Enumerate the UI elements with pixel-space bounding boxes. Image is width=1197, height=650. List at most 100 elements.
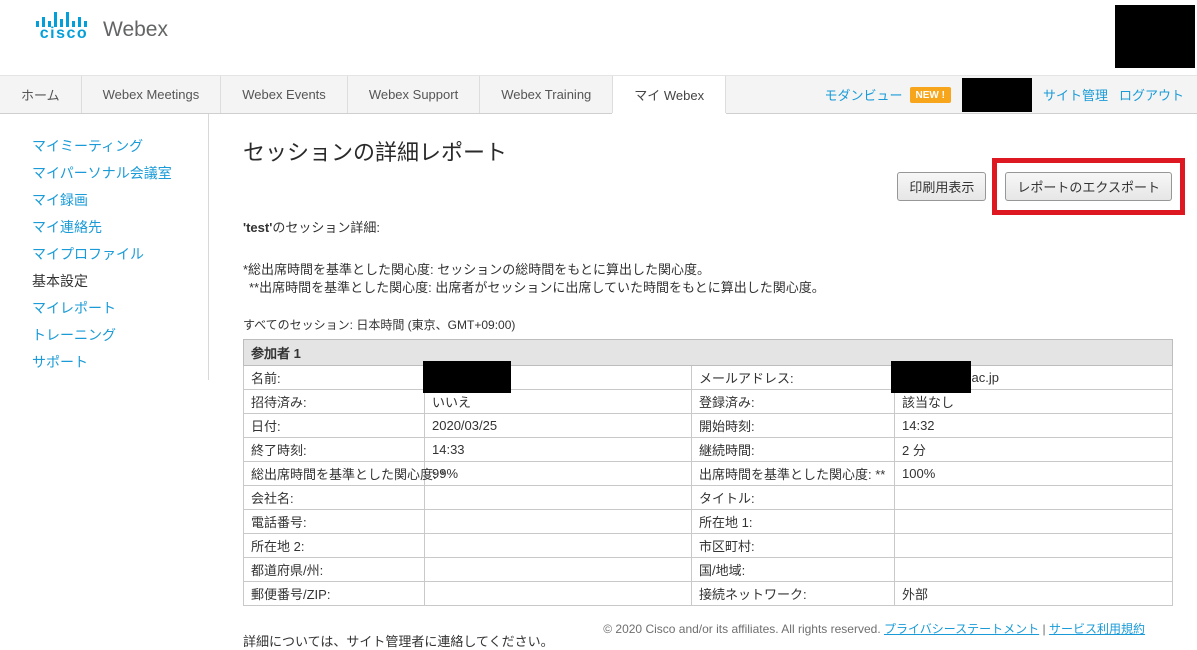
row-value — [425, 534, 692, 558]
row-value: 2 分 — [895, 438, 1173, 462]
row-label: 都道府県/州: — [244, 558, 425, 582]
row-value: 99% — [425, 462, 692, 486]
redacted-box — [962, 78, 1032, 112]
row-label: 招待済み: — [244, 390, 425, 414]
sidebar-item-5: 基本設定 — [32, 268, 208, 295]
site-admin-link[interactable]: サイト管理 — [1043, 85, 1108, 104]
cisco-logo: cisco — [36, 12, 92, 41]
sidebar-link[interactable]: マイパーソナル会議室 — [32, 165, 172, 181]
tab-home[interactable]: ホーム — [0, 76, 82, 113]
row-label: タイトル: — [692, 486, 895, 510]
sidebar-link[interactable]: 基本設定 — [32, 273, 88, 289]
participant-table: 参加者 1 名前:メールアドレス:@s.u-tokyo.ac.jp招待済み:いい… — [243, 339, 1173, 606]
note-line-2: **出席時間を基準とした関心度: 出席者がセッションに出席していた時間をもとに算… — [243, 279, 1173, 297]
row-label: 会社名: — [244, 486, 425, 510]
page-header: cisco Webex — [0, 0, 1197, 75]
webex-wordmark: Webex — [103, 19, 168, 41]
sidebar-item-6: マイレポート — [32, 295, 208, 322]
attention-notes: *総出席時間を基準とした関心度: セッションの総時間をもとに算出した関心度。 *… — [243, 261, 1173, 297]
table-row: 総出席時間を基準とした関心度: *99%出席時間を基準とした関心度: **100… — [244, 462, 1173, 486]
row-value: @s.u-tokyo.ac.jp — [895, 366, 1173, 390]
row-value — [895, 510, 1173, 534]
cisco-wordmark: cisco — [40, 27, 88, 41]
sidebar-item-1: マイパーソナル会議室 — [32, 160, 208, 187]
sidebar-item-8: サポート — [32, 349, 208, 376]
logout-link[interactable]: ログアウト — [1119, 85, 1184, 104]
sidebar-link[interactable]: マイ連絡先 — [32, 219, 102, 235]
redacted-box — [1115, 5, 1195, 68]
report-actions: 印刷用表示 レポートのエクスポート — [243, 169, 1173, 203]
table-row: 電話番号: 所在地 1: — [244, 510, 1173, 534]
row-label: 終了時刻: — [244, 438, 425, 462]
tab-my-webex[interactable]: マイ Webex — [613, 76, 726, 113]
table-row: 所在地 2: 市区町村: — [244, 534, 1173, 558]
sidebar-link[interactable]: トレーニング — [32, 327, 116, 343]
row-label: 電話番号: — [244, 510, 425, 534]
page-footer: © 2020 Cisco and/or its affiliates. All … — [603, 620, 1145, 637]
sidebar: マイミーティングマイパーソナル会議室マイ録画マイ連絡先マイプロファイル基本設定マ… — [0, 114, 209, 380]
row-label: 登録済み: — [692, 390, 895, 414]
copyright-text: © 2020 Cisco and/or its affiliates. All … — [603, 622, 880, 636]
content-layout: マイミーティングマイパーソナル会議室マイ録画マイ連絡先マイプロファイル基本設定マ… — [0, 114, 1197, 650]
sidebar-item-3: マイ連絡先 — [32, 214, 208, 241]
tab-webex-events[interactable]: Webex Events — [221, 76, 348, 113]
export-report-button[interactable]: レポートのエクスポート — [1005, 172, 1172, 201]
table-row: 日付:2020/03/25開始時刻:14:32 — [244, 414, 1173, 438]
redacted-box — [423, 361, 511, 393]
row-label: 総出席時間を基準とした関心度: * — [244, 462, 425, 486]
session-name: 'test' — [243, 220, 272, 235]
row-value — [895, 558, 1173, 582]
modern-view-link[interactable]: モダンビュー — [825, 85, 903, 104]
main-tabbar: ホームWebex MeetingsWebex EventsWebex Suppo… — [0, 75, 1197, 114]
table-row: 名前: メールアドレス:@s.u-tokyo.ac.jp — [244, 366, 1173, 390]
sidebar-link[interactable]: マイミーティング — [32, 138, 143, 154]
table-row: 終了時刻:14:33継続時間:2 分 — [244, 438, 1173, 462]
row-value: いいえ — [425, 390, 692, 414]
timezone-note: すべてのセッション: 日本時間 (東京、GMT+09:00) — [243, 316, 1173, 333]
row-label: 市区町村: — [692, 534, 895, 558]
table-section-row: 参加者 1 — [244, 340, 1173, 366]
print-view-button[interactable]: 印刷用表示 — [897, 172, 986, 201]
participant-header: 参加者 1 — [244, 340, 1173, 366]
row-value: 該当なし — [895, 390, 1173, 414]
topnav: モダンビュー NEW ! サイト管理 ログアウト — [825, 76, 1185, 113]
row-value — [425, 558, 692, 582]
redacted-box — [891, 361, 971, 393]
table-row: 会社名: タイトル: — [244, 486, 1173, 510]
row-label: 開始時刻: — [692, 414, 895, 438]
tab-webex-support[interactable]: Webex Support — [348, 76, 480, 113]
table-row: 郵便番号/ZIP:接続ネットワーク:外部 — [244, 582, 1173, 606]
row-value: 14:32 — [895, 414, 1173, 438]
row-label: 国/地域: — [692, 558, 895, 582]
note-line-1: *総出席時間を基準とした関心度: セッションの総時間をもとに算出した関心度。 — [243, 261, 1173, 279]
table-row: 招待済み:いいえ登録済み:該当なし — [244, 390, 1173, 414]
sidebar-link[interactable]: マイ録画 — [32, 192, 88, 208]
row-label: 継続時間: — [692, 438, 895, 462]
footer-separator: | — [1043, 622, 1046, 636]
cisco-webex-logo: cisco Webex — [36, 12, 168, 41]
row-label: メールアドレス: — [692, 366, 895, 390]
tab-webex-training[interactable]: Webex Training — [480, 76, 613, 113]
row-label: 出席時間を基準とした関心度: ** — [692, 462, 895, 486]
sidebar-link[interactable]: マイプロファイル — [32, 246, 144, 262]
row-label: 日付: — [244, 414, 425, 438]
row-value: 2020/03/25 — [425, 414, 692, 438]
row-label: 名前: — [244, 366, 425, 390]
sidebar-item-0: マイミーティング — [32, 133, 208, 160]
annotation-highlight-box: レポートのエクスポート — [992, 158, 1185, 215]
sidebar-link[interactable]: マイレポート — [32, 300, 116, 316]
row-label: 所在地 1: — [692, 510, 895, 534]
tab-list: ホームWebex MeetingsWebex EventsWebex Suppo… — [0, 76, 726, 113]
privacy-statement-link[interactable]: プライバシーステートメント — [884, 622, 1039, 636]
sidebar-link[interactable]: サポート — [32, 354, 88, 370]
tab-webex-meetings[interactable]: Webex Meetings — [82, 76, 222, 113]
row-label: 郵便番号/ZIP: — [244, 582, 425, 606]
sidebar-item-7: トレーニング — [32, 322, 208, 349]
row-label: 所在地 2: — [244, 534, 425, 558]
session-intro-text: のセッション詳細: — [272, 220, 380, 235]
row-value — [425, 582, 692, 606]
row-label: 接続ネットワーク: — [692, 582, 895, 606]
sidebar-item-2: マイ録画 — [32, 187, 208, 214]
terms-of-service-link[interactable]: サービス利用規約 — [1049, 622, 1145, 636]
row-value — [895, 534, 1173, 558]
